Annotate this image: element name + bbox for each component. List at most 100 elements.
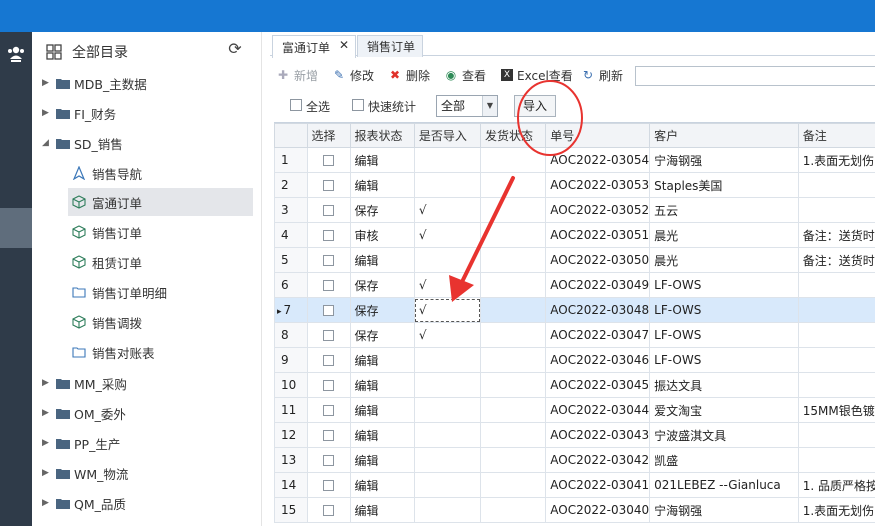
row-number[interactable]: 13 — [274, 447, 308, 473]
import-button[interactable]: 导入 — [514, 95, 556, 117]
ship-status-cell[interactable] — [480, 247, 547, 273]
report-status-cell[interactable]: 保存 — [349, 197, 415, 223]
search-input[interactable] — [635, 66, 875, 86]
table-row[interactable]: 6 保存 √ AOC2022-03049 LF-OWS — [274, 272, 875, 298]
order-number-cell[interactable]: AOC2022-03044 — [545, 397, 651, 423]
report-status-cell[interactable]: 编辑 — [349, 447, 415, 473]
row-number[interactable]: 3 — [274, 197, 308, 223]
tree-group-mm[interactable]: ▶ MM_采购 — [32, 368, 262, 398]
row-number[interactable]: 15 — [274, 497, 308, 523]
order-number-cell[interactable]: AOC2022-03040 — [545, 497, 651, 523]
ship-status-cell[interactable] — [480, 397, 547, 423]
table-row[interactable]: 10 编辑 AOC2022-03045 振达文具 — [274, 372, 875, 398]
row-select-checkbox[interactable] — [306, 472, 351, 498]
order-number-cell[interactable]: AOC2022-03046 — [545, 347, 651, 373]
order-number-cell[interactable]: AOC2022-03054 — [545, 147, 651, 173]
checkbox[interactable] — [323, 330, 335, 341]
row-select-checkbox[interactable] — [306, 247, 351, 273]
customer-cell[interactable]: 晨光 — [649, 247, 799, 273]
sidebar-item-sales-statement[interactable]: 销售对账表 — [68, 338, 253, 366]
imported-cell[interactable] — [413, 372, 482, 398]
excel-view-button[interactable]: X Excel查看 — [501, 66, 573, 84]
table-row[interactable]: 15 编辑 AOC2022-03040 宁海钢强 1.表面无划伤 — [274, 497, 875, 523]
row-number[interactable]: 1 — [274, 147, 308, 173]
note-cell[interactable] — [797, 297, 875, 323]
row-select-checkbox[interactable] — [306, 347, 351, 373]
refresh-button[interactable]: ↻ 刷新 — [581, 66, 623, 84]
report-status-cell[interactable]: 编辑 — [349, 372, 415, 398]
imported-cell[interactable]: √ — [413, 272, 482, 298]
note-cell[interactable] — [797, 447, 875, 473]
row-select-checkbox[interactable] — [306, 447, 351, 473]
imported-cell[interactable] — [413, 397, 482, 423]
ship-status-cell[interactable] — [480, 297, 547, 323]
checkbox[interactable] — [323, 405, 335, 416]
users-icon[interactable] — [0, 40, 32, 68]
customer-cell[interactable]: LF-OWS — [649, 347, 799, 373]
report-status-cell[interactable]: 保存 — [349, 272, 415, 298]
note-cell[interactable]: 1. 品质严格按 — [797, 472, 875, 498]
note-cell[interactable] — [797, 422, 875, 448]
ship-status-cell[interactable] — [480, 447, 547, 473]
note-cell[interactable] — [797, 372, 875, 398]
ship-status-cell[interactable] — [480, 197, 547, 223]
imported-cell[interactable] — [413, 172, 482, 198]
row-select-checkbox[interactable] — [306, 497, 351, 523]
ship-status-cell[interactable] — [480, 372, 547, 398]
imported-cell[interactable]: √ — [413, 222, 482, 248]
imported-cell[interactable] — [413, 472, 482, 498]
note-cell[interactable]: 备注：送货时 — [797, 222, 875, 248]
row-number[interactable]: 4 — [274, 222, 308, 248]
imported-cell[interactable] — [413, 247, 482, 273]
row-number[interactable]: 8 — [274, 322, 308, 348]
row-number[interactable]: 2 — [274, 172, 308, 198]
row-number[interactable]: 10 — [274, 372, 308, 398]
customer-cell[interactable]: 晨光 — [649, 222, 799, 248]
column-header[interactable]: 备注 — [797, 123, 875, 148]
imported-cell[interactable]: √ — [413, 297, 482, 323]
customer-cell[interactable]: Staples美国 — [649, 172, 799, 198]
order-number-cell[interactable]: AOC2022-03051 — [545, 222, 651, 248]
customer-cell[interactable]: 爱文淘宝 — [649, 397, 799, 423]
ship-status-cell[interactable] — [480, 172, 547, 198]
column-header[interactable]: 是否导入 — [413, 123, 482, 148]
delete-button[interactable]: ✖ 删除 — [388, 66, 430, 84]
table-row[interactable]: 4 审核 √ AOC2022-03051 晨光 备注：送货时 — [274, 222, 875, 248]
report-status-cell[interactable]: 保存 — [349, 322, 415, 348]
chevron-down-icon[interactable]: ▼ — [482, 96, 497, 116]
tree-group-om[interactable]: ▶ OM_委外 — [32, 398, 262, 428]
imported-cell[interactable]: √ — [413, 322, 482, 348]
note-cell[interactable]: 15MM银色镀 — [797, 397, 875, 423]
checkbox[interactable] — [323, 180, 335, 191]
customer-cell[interactable]: LF-OWS — [649, 272, 799, 298]
tree-group-pp[interactable]: ▶ PP_生产 — [32, 428, 262, 458]
report-status-cell[interactable]: 编辑 — [349, 247, 415, 273]
note-cell[interactable] — [797, 197, 875, 223]
note-cell[interactable] — [797, 172, 875, 198]
customer-cell[interactable]: 宁海钢强 — [649, 497, 799, 523]
table-row[interactable]: 1 编辑 AOC2022-03054 宁海钢强 1.表面无划伤 — [274, 147, 875, 173]
customer-cell[interactable]: 凯盛 — [649, 447, 799, 473]
ship-status-cell[interactable] — [480, 497, 547, 523]
table-row[interactable]: 8 保存 √ AOC2022-03047 LF-OWS — [274, 322, 875, 348]
ship-status-cell[interactable] — [480, 222, 547, 248]
checkbox[interactable] — [323, 205, 335, 216]
table-row[interactable]: ▸ 7 保存 √ AOC2022-03048 LF-OWS — [274, 297, 875, 323]
column-header[interactable]: 发货状态 — [480, 123, 547, 148]
sidebar-item-futong-order[interactable]: 富通订单 — [68, 188, 253, 216]
customer-cell[interactable]: 振达文具 — [649, 372, 799, 398]
checkbox[interactable] — [323, 230, 335, 241]
sidebar-item-sales-order-detail[interactable]: 销售订单明细 — [68, 278, 253, 306]
customer-cell[interactable]: LF-OWS — [649, 322, 799, 348]
row-select-checkbox[interactable] — [306, 197, 351, 223]
table-row[interactable]: 5 编辑 AOC2022-03050 晨光 备注：送货时 — [274, 247, 875, 273]
imported-cell[interactable] — [413, 147, 482, 173]
row-select-checkbox[interactable] — [306, 222, 351, 248]
report-status-cell[interactable]: 编辑 — [349, 172, 415, 198]
column-header[interactable]: 客户 — [649, 123, 799, 148]
order-number-cell[interactable]: AOC2022-03045 — [545, 372, 651, 398]
tab-futong-order[interactable]: 富通订单 ✕ — [272, 35, 356, 58]
table-row[interactable]: 2 编辑 AOC2022-03053 Staples美国 — [274, 172, 875, 198]
checkbox[interactable] — [323, 305, 335, 316]
customer-cell[interactable]: 五云 — [649, 197, 799, 223]
